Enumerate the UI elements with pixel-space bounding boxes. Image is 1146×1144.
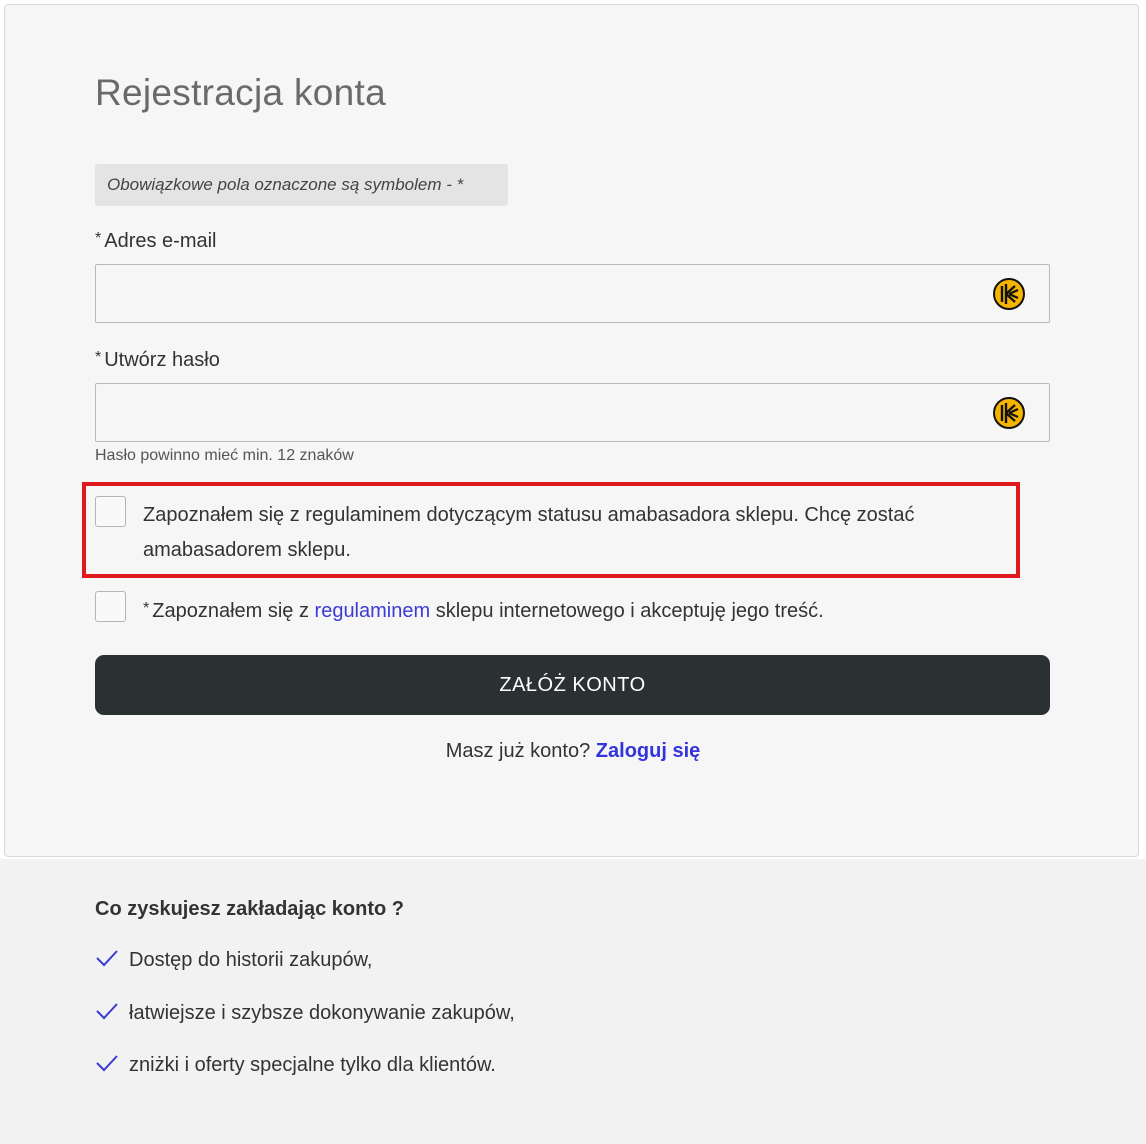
required-mark: * xyxy=(95,230,102,247)
benefit-item: zniżki i oferty specjalne tylko dla klie… xyxy=(95,1053,496,1077)
email-label: * Adres e-mail xyxy=(95,230,217,253)
email-field-wrapper xyxy=(95,264,1050,323)
login-prompt: Masz już konto? xyxy=(445,740,591,762)
check-icon xyxy=(96,1055,118,1072)
benefits-section: Co zyskujesz zakładając konto ? Dostęp d… xyxy=(0,859,1146,1144)
benefit-text: Dostęp do historii zakupów, xyxy=(129,949,373,971)
terms-label: * Zapoznałem się z regulaminem sklepu int… xyxy=(143,591,824,629)
check-icon xyxy=(96,1003,118,1020)
benefits-title: Co zyskujesz zakładając konto ? xyxy=(95,898,404,920)
password-label-text: Utwórz hasło xyxy=(104,349,220,371)
required-mark: * xyxy=(95,349,102,366)
check-icon xyxy=(96,950,118,967)
login-row: Masz już konto? Zaloguj się xyxy=(0,740,1146,763)
page-title: Rejestracja konta xyxy=(95,72,386,113)
password-label: * Utwórz hasło xyxy=(95,349,220,372)
keeper-icon[interactable] xyxy=(993,278,1025,310)
benefit-text: zniżki i oferty specjalne tylko dla klie… xyxy=(129,1054,496,1076)
password-hint: Hasło powinno mieć min. 12 znaków xyxy=(95,447,354,464)
benefit-item: łatwiejsze i szybsze dokonywanie zakupów… xyxy=(95,1001,515,1025)
ambassador-label: Zapoznałem się z regulaminem dotyczącym … xyxy=(143,504,915,561)
terms-link[interactable]: regulaminem xyxy=(315,600,431,622)
terms-suffix: sklepu internetowego i akceptuję jego tr… xyxy=(430,600,824,622)
login-link[interactable]: Zaloguj się xyxy=(596,740,700,762)
email-field[interactable] xyxy=(96,265,1049,322)
required-fields-notice: Obowiązkowe pola oznaczone są symbolem -… xyxy=(95,164,508,206)
password-field-wrapper xyxy=(95,383,1050,442)
terms-checkbox[interactable] xyxy=(95,591,126,622)
benefit-item: Dostęp do historii zakupów, xyxy=(95,948,372,972)
ambassador-checkbox[interactable] xyxy=(95,496,126,527)
keeper-icon[interactable] xyxy=(993,397,1025,429)
create-account-button[interactable]: ZAŁÓŻ KONTO xyxy=(95,655,1050,715)
email-label-text: Adres e-mail xyxy=(104,230,217,252)
terms-prefix: Zapoznałem się z xyxy=(152,600,315,622)
required-mark: * xyxy=(143,600,150,617)
benefit-text: łatwiejsze i szybsze dokonywanie zakupów… xyxy=(129,1002,515,1024)
password-field[interactable] xyxy=(96,384,1049,441)
